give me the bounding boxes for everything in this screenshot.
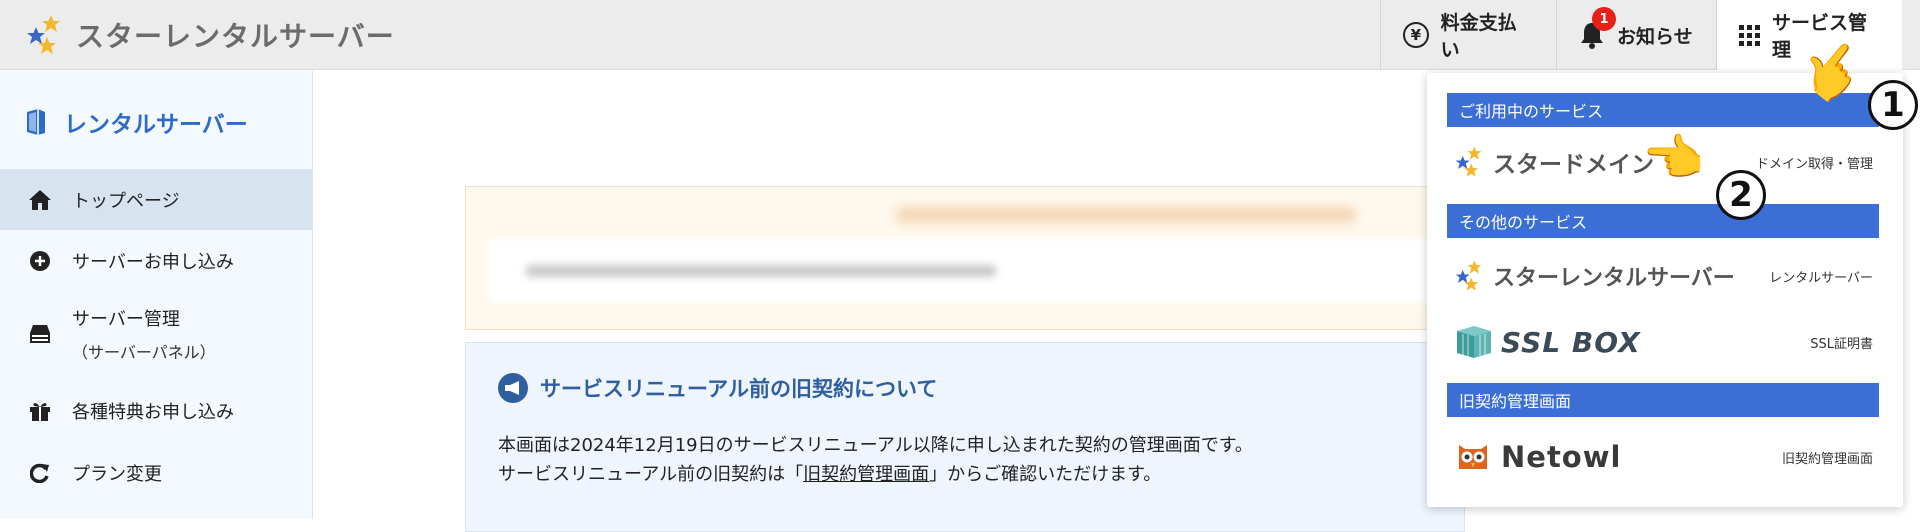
megaphone-icon xyxy=(498,373,528,403)
ssl-box-logo: SSL BOX xyxy=(1455,325,1641,359)
star-rental-server-logo: スターレンタルサーバー xyxy=(1455,259,1735,293)
sidebar-item-top-page[interactable]: トップページ xyxy=(0,169,312,230)
section-header-old-contracts: 旧契約管理画面 xyxy=(1447,383,1879,417)
ssl-box-name: SSL BOX xyxy=(1501,325,1641,359)
news-label: お知らせ xyxy=(1617,25,1693,48)
netowl-name: Netowl xyxy=(1501,440,1622,474)
sidebar-item-special-offers[interactable]: 各種特典お申し込み xyxy=(0,381,312,441)
sidebar-item-sublabel: （サーバーパネル） xyxy=(72,343,216,362)
service-row-ssl-box[interactable]: SSL BOX SSL証明書 xyxy=(1455,311,1873,373)
sidebar-item-label: サーバーお申し込み xyxy=(72,251,234,273)
sidebar-title-text: レンタルサーバー xyxy=(64,112,248,138)
service-row-netowl[interactable]: Netowl 旧契約管理画面 xyxy=(1455,427,1873,487)
renewal-notice-panel: サービスリニューアル前の旧契約について 本画面は2024年12月19日のサービス… xyxy=(465,342,1465,532)
service-row-star-rental-server[interactable]: スターレンタルサーバー レンタルサーバー xyxy=(1455,251,1873,301)
sidebar-item-label: サーバー管理 xyxy=(72,309,180,330)
gift-icon xyxy=(28,399,52,423)
stars-logo-icon xyxy=(1455,146,1482,177)
payment-label: 料金支払い xyxy=(1440,12,1517,61)
star-domain-logo: スタードメイン xyxy=(1455,145,1654,179)
notification-badge: 1 xyxy=(1592,7,1616,31)
renewal-notice-line2: サービスリニューアル前の旧契約は「旧契約管理画面」からご確認いただけます。 xyxy=(498,460,1161,486)
stars-logo-icon xyxy=(27,15,60,54)
section-header-other-services: その他のサービス xyxy=(1447,204,1879,238)
bell-icon: 1 xyxy=(1579,7,1616,49)
blurred-text xyxy=(526,265,996,277)
section-header-active-services: ご利用中のサービス xyxy=(1447,93,1879,127)
netowl-desc: 旧契約管理画面 xyxy=(1781,451,1873,467)
server-book-icon xyxy=(27,109,45,135)
star-domain-name: スタードメイン xyxy=(1493,152,1654,178)
line2-prefix: サービスリニューアル前の旧契約は「 xyxy=(498,464,804,485)
sidebar-item-plan-change[interactable]: プラン変更 xyxy=(0,443,312,503)
sidebar-item-server-order[interactable]: サーバーお申し込み xyxy=(0,230,312,291)
stars-logo-icon xyxy=(1455,260,1482,291)
netowl-logo: Netowl xyxy=(1455,439,1621,475)
blurred-heading xyxy=(896,207,1356,223)
top-header: スターレンタルサーバー ¥ 料金支払い 1 お知らせ サービス管理 xyxy=(0,0,1920,70)
step-1-marker: 1 xyxy=(1868,80,1918,130)
sidebar-item-label: プラン変更 xyxy=(72,464,162,485)
renewal-notice-title: サービスリニューアル前の旧契約について xyxy=(498,373,937,403)
logo-text: スターレンタルサーバー xyxy=(76,20,395,53)
site-logo[interactable]: スターレンタルサーバー xyxy=(26,10,395,60)
home-icon xyxy=(28,188,52,212)
old-contract-link[interactable]: 旧契約管理画面 xyxy=(803,464,929,485)
step-2-marker: 2 xyxy=(1716,170,1766,220)
star-rental-server-name: スターレンタルサーバー xyxy=(1493,266,1735,291)
sidebar-item-label: トップページ xyxy=(72,190,180,212)
payment-button[interactable]: ¥ 料金支払い xyxy=(1380,0,1556,70)
refresh-icon xyxy=(28,461,52,485)
line2-suffix: 」からご確認いただけます。 xyxy=(929,464,1162,485)
owl-icon xyxy=(1459,445,1487,469)
renewal-notice-title-text: サービスリニューアル前の旧契約について xyxy=(540,377,938,401)
news-button[interactable]: 1 お知らせ xyxy=(1556,0,1716,70)
star-rental-server-desc: レンタルサーバー xyxy=(1769,270,1873,286)
cube-icon xyxy=(1457,326,1491,358)
ssl-box-desc: SSL証明書 xyxy=(1810,336,1873,352)
sidebar-item-text-group: サーバー管理 （サーバーパネル） xyxy=(72,305,216,363)
pointing-hand-icon: 👈 xyxy=(1642,129,1705,187)
renewal-notice-line1: 本画面は2024年12月19日のサービスリニューアル以降に申し込まれた契約の管理… xyxy=(498,435,1253,456)
grid-icon xyxy=(1739,24,1760,46)
star-domain-desc: ドメイン取得・管理 xyxy=(1755,156,1873,172)
sidebar-title: レンタルサーバー xyxy=(24,105,248,139)
plus-circle-icon xyxy=(28,249,52,273)
server-icon xyxy=(28,322,52,346)
sidebar-item-label: 各種特典お申し込み xyxy=(72,402,234,423)
blurred-notice-panel xyxy=(465,186,1468,330)
sidebar: レンタルサーバー トップページ サーバーお申し込み サーバー管理 （サーバーパネ… xyxy=(0,71,313,519)
yen-icon: ¥ xyxy=(1403,22,1429,48)
sidebar-item-server-management[interactable]: サーバー管理 （サーバーパネル） xyxy=(0,293,312,375)
